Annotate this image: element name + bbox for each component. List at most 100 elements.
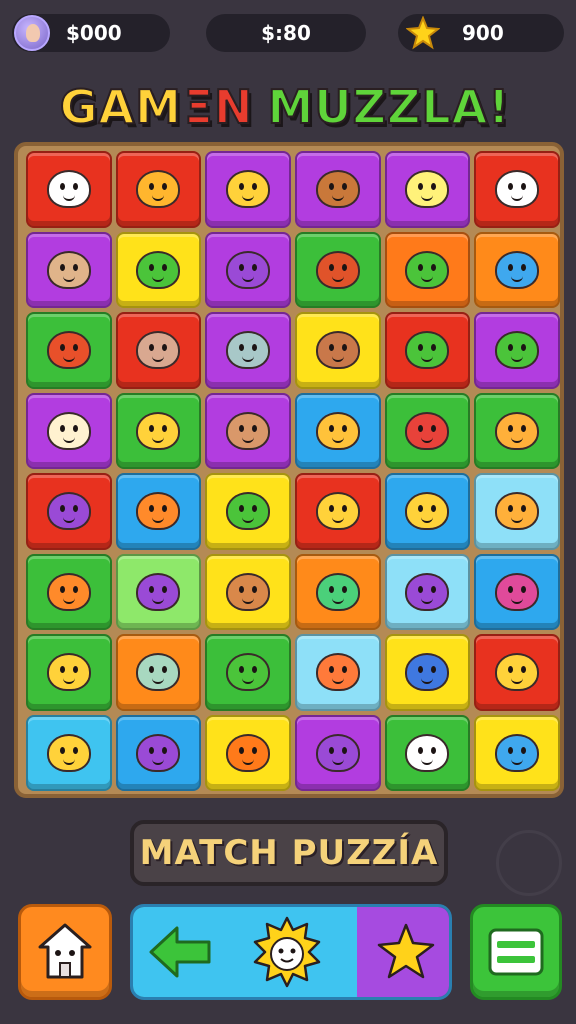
- creature-icon: [315, 653, 360, 692]
- decorative-swirl: [496, 830, 562, 896]
- board-tile[interactable]: [474, 553, 560, 630]
- cash-value: $:80: [261, 21, 311, 45]
- board-tile[interactable]: [26, 634, 112, 711]
- board-tile[interactable]: [26, 312, 112, 389]
- creature-icon: [226, 331, 271, 370]
- board-tile[interactable]: [26, 473, 112, 550]
- board-tile[interactable]: [115, 553, 202, 630]
- creature-icon: [405, 411, 450, 450]
- creature-icon: [46, 250, 91, 289]
- board-tile[interactable]: [26, 714, 112, 791]
- creature-icon: [136, 170, 181, 209]
- board-tile[interactable]: [384, 714, 471, 791]
- creature-icon: [495, 331, 540, 370]
- board-tile[interactable]: [384, 151, 471, 228]
- board-tile[interactable]: [205, 231, 291, 308]
- creature-icon: [405, 250, 450, 289]
- creature-icon: [405, 653, 450, 692]
- board-tile[interactable]: [384, 634, 471, 711]
- creature-icon: [136, 331, 181, 370]
- creature-icon: [46, 492, 91, 531]
- board-tile[interactable]: [115, 392, 202, 469]
- sun-creature-icon[interactable]: [249, 914, 325, 990]
- board-tile[interactable]: [474, 312, 560, 389]
- board-tile[interactable]: [474, 392, 560, 469]
- creature-icon: [226, 653, 271, 692]
- home-button[interactable]: [18, 904, 112, 1000]
- navigation-bar: [130, 904, 452, 1000]
- menu-icon: [488, 928, 544, 976]
- board-tile[interactable]: [474, 151, 560, 228]
- nav-right-section[interactable]: [357, 907, 449, 997]
- creature-icon: [46, 653, 91, 692]
- game-title: GAM ΞN MUZZLA!: [22, 74, 548, 140]
- star-icon: [377, 923, 435, 979]
- board-tile[interactable]: [205, 634, 291, 711]
- creature-icon: [495, 411, 540, 450]
- creature-icon: [315, 411, 360, 450]
- board-tile[interactable]: [205, 473, 291, 550]
- board-tile[interactable]: [384, 553, 471, 630]
- board-tile[interactable]: [205, 392, 291, 469]
- board-tile[interactable]: [205, 312, 291, 389]
- board-tile[interactable]: [294, 231, 381, 308]
- coins-display[interactable]: $000: [12, 14, 170, 52]
- creature-icon: [46, 331, 91, 370]
- board-tile[interactable]: [384, 312, 471, 389]
- creature-icon: [46, 733, 91, 772]
- board-tile[interactable]: [294, 553, 381, 630]
- match-puzzle-button[interactable]: MATCH PUZZÍA: [130, 820, 448, 886]
- board-tile[interactable]: [205, 714, 291, 791]
- tile-grid: [26, 151, 560, 791]
- board-tile[interactable]: [294, 714, 381, 791]
- board-tile[interactable]: [384, 231, 471, 308]
- board-tile[interactable]: [115, 151, 202, 228]
- board-tile[interactable]: [294, 312, 381, 389]
- board-tile[interactable]: [26, 553, 112, 630]
- board-tile[interactable]: [26, 231, 112, 308]
- creature-icon: [495, 170, 540, 209]
- board-tile[interactable]: [115, 312, 202, 389]
- coins-value: $000: [66, 21, 122, 45]
- cash-display: $:80: [206, 14, 366, 52]
- board-tile[interactable]: [294, 473, 381, 550]
- board-tile[interactable]: [26, 392, 112, 469]
- board-tile[interactable]: [205, 553, 291, 630]
- board-tile[interactable]: [474, 714, 560, 791]
- board-tile[interactable]: [115, 473, 202, 550]
- creature-icon: [315, 250, 360, 289]
- creature-icon: [136, 733, 181, 772]
- board-tile[interactable]: [294, 634, 381, 711]
- arrow-left-icon[interactable]: [145, 922, 215, 982]
- creature-icon: [226, 411, 271, 450]
- creature-icon: [46, 170, 91, 209]
- board-tile[interactable]: [384, 392, 471, 469]
- creature-icon: [405, 170, 450, 209]
- title-word-1: GAM: [59, 79, 182, 135]
- board-tile[interactable]: [205, 151, 291, 228]
- nav-left-section: [133, 907, 357, 997]
- board-tile[interactable]: [294, 151, 381, 228]
- board-tile[interactable]: [115, 231, 202, 308]
- board-tile[interactable]: [115, 634, 202, 711]
- creature-icon: [136, 250, 181, 289]
- board-tile[interactable]: [474, 473, 560, 550]
- creature-icon: [315, 170, 360, 209]
- board-tile[interactable]: [26, 151, 112, 228]
- creature-icon: [405, 733, 450, 772]
- board-tile[interactable]: [294, 392, 381, 469]
- house-icon: [38, 923, 92, 979]
- player-avatar[interactable]: [14, 15, 50, 51]
- title-word-3: MUZZLA!: [266, 79, 511, 135]
- creature-icon: [495, 572, 540, 611]
- menu-button[interactable]: [470, 904, 562, 1000]
- board-tile[interactable]: [474, 634, 560, 711]
- board-tile[interactable]: [474, 231, 560, 308]
- board-tile[interactable]: [115, 714, 202, 791]
- puzzle-board: [14, 142, 564, 798]
- creature-icon: [226, 250, 271, 289]
- creature-icon: [405, 572, 450, 611]
- creature-icon: [315, 572, 360, 611]
- creature-icon: [315, 331, 360, 370]
- board-tile[interactable]: [384, 473, 471, 550]
